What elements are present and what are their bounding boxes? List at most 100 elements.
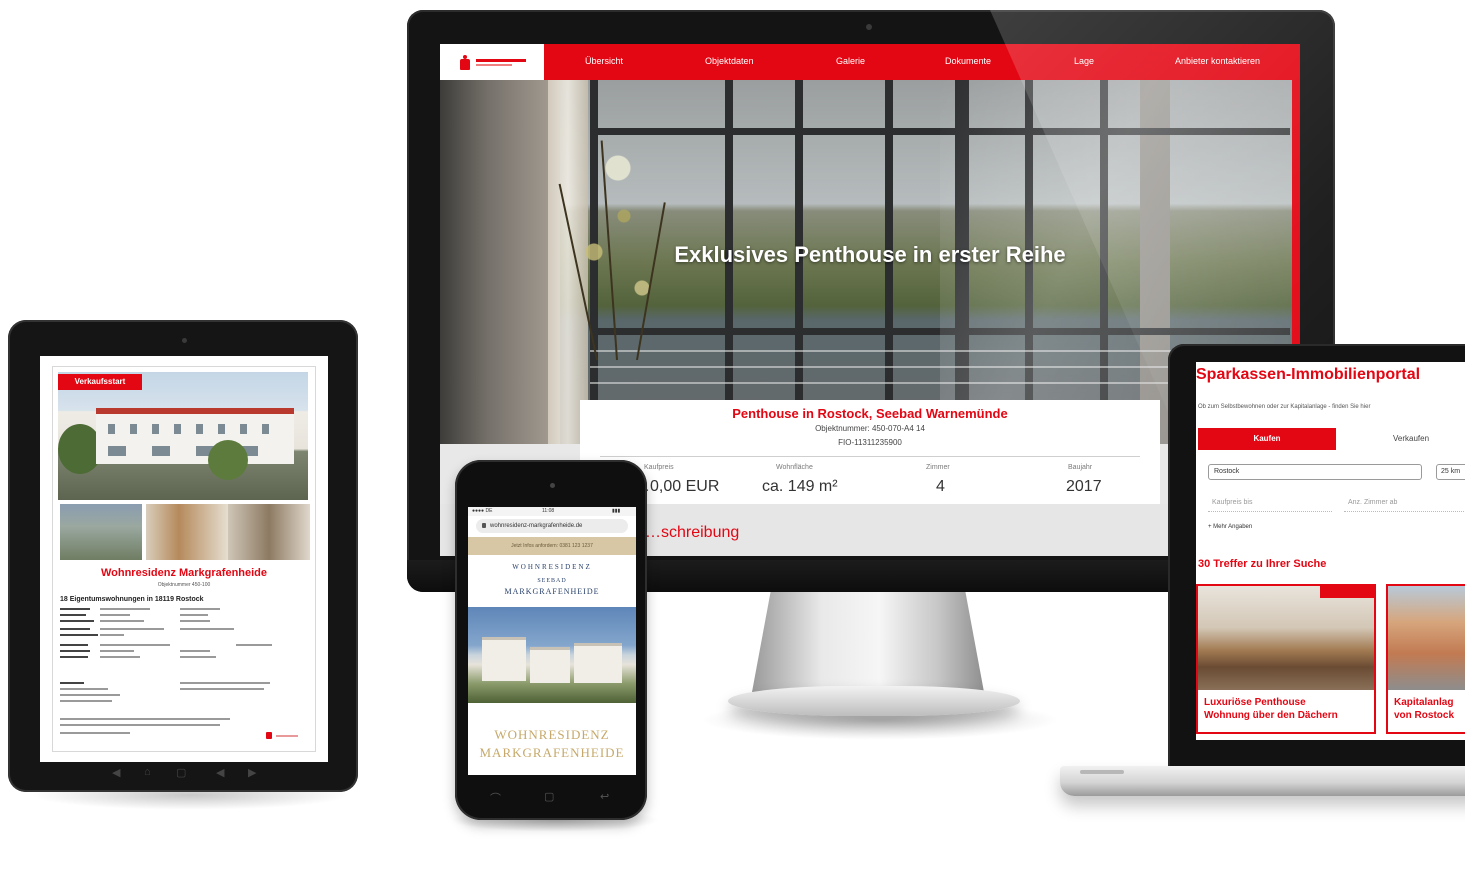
- brochure-heading: 18 Eigentumswohnungen in 18119 Rostock: [60, 596, 204, 603]
- listing-id: FIO-11311235900: [838, 438, 902, 447]
- volume-down-icon[interactable]: ◀: [216, 766, 224, 779]
- tablet-camera: [182, 338, 187, 343]
- radius-select[interactable]: 25 km: [1436, 464, 1465, 480]
- text-line: [100, 608, 150, 610]
- description-heading: …schreibung: [645, 524, 740, 541]
- signal-indicator: ●●●● DE: [472, 508, 493, 514]
- residence-title-line1: WOHNRESIDENZ: [494, 727, 610, 742]
- text-line: [100, 656, 140, 658]
- result-card-title-line1: Luxuriöse Penthouse: [1204, 697, 1306, 708]
- text-line: [60, 628, 90, 630]
- fact-value-rooms: 4: [936, 478, 945, 495]
- nav-item-galerie[interactable]: Galerie: [836, 56, 865, 66]
- listing-info-panel: Penthouse in Rostock, Seebad Warnemünde …: [580, 400, 1160, 504]
- nav-item-uebersicht[interactable]: Übersicht: [585, 56, 623, 66]
- tab-kaufen[interactable]: Kaufen: [1198, 428, 1336, 450]
- tree: [208, 440, 248, 480]
- device-mockup-scene: Übersicht Objektdaten Galerie Dokumente …: [0, 0, 1465, 890]
- result-card-image: [1198, 586, 1374, 690]
- fact-label-year: Baujahr: [1068, 464, 1093, 471]
- volume-up-icon[interactable]: ▶: [248, 766, 256, 779]
- text-line: [236, 644, 272, 646]
- text-line: [180, 682, 270, 684]
- battery-icon: ▮▮▮: [612, 508, 621, 514]
- text-line: [180, 628, 234, 630]
- contact-banner[interactable]: Jetzt Infos anfordern: 0381 123 1237: [468, 537, 636, 555]
- window: [130, 424, 137, 434]
- text-line: [180, 620, 210, 622]
- window: [196, 424, 203, 434]
- phone-back-icon[interactable]: ⌒: [490, 790, 501, 806]
- residence-logo-arc: WOHNRESIDENZ: [512, 563, 592, 571]
- fact-value-year: 2017: [1066, 478, 1102, 495]
- phone-home-icon[interactable]: ▢: [544, 790, 554, 803]
- window: [152, 424, 159, 434]
- tab-verkaufen[interactable]: Verkaufen: [1346, 428, 1465, 450]
- more-options-link[interactable]: + Mehr Angaben: [1208, 524, 1252, 530]
- text-line: [60, 614, 86, 616]
- address-bar[interactable]: wohnresidenz-markgrafenheide.de: [476, 519, 628, 533]
- phone-return-icon[interactable]: ↩: [600, 790, 609, 803]
- text-line: [60, 700, 112, 702]
- window: [108, 446, 126, 456]
- text-line: [60, 718, 230, 720]
- result-card[interactable]: Luxuriöse Penthouse Wohnung über den Däc…: [1196, 584, 1376, 734]
- text-line: [180, 688, 264, 690]
- phone-screen: ●●●● DE 11:08 ▮▮▮ wohnresidenz-markgrafe…: [468, 507, 636, 775]
- home-icon[interactable]: ⌂: [144, 766, 151, 778]
- nav-item-objektdaten[interactable]: Objektdaten: [705, 56, 754, 66]
- result-card[interactable]: Kapitalanlag von Rostock: [1386, 584, 1465, 734]
- laptop-notch: [1080, 770, 1124, 774]
- brochure-title: Wohnresidenz Markgrafenheide: [100, 567, 268, 579]
- status-bar: ●●●● DE 11:08 ▮▮▮: [468, 507, 636, 516]
- fact-label-rooms: Zimmer: [926, 464, 950, 471]
- nav-item-lage[interactable]: Lage: [1074, 56, 1094, 66]
- text-line: [100, 628, 164, 630]
- address-bar-url: wohnresidenz-markgrafenheide.de: [490, 523, 583, 529]
- window: [240, 424, 247, 434]
- residence-logo-small: SEEBAD: [537, 578, 567, 584]
- house: [482, 637, 526, 681]
- text-line: [60, 644, 88, 646]
- location-input[interactable]: Rostock: [1208, 464, 1422, 480]
- text-line: [60, 650, 90, 652]
- text-line: [100, 644, 170, 646]
- aerial-thumbnail: [60, 504, 142, 560]
- window: [262, 424, 269, 434]
- interior-thumbnail: [146, 504, 228, 560]
- text-line: [60, 620, 94, 622]
- portal-title: Sparkassen-Immobilienportal: [1196, 366, 1421, 383]
- tablet-screen: Verkaufsstart Wohnresidenz Markgrafenhei…: [40, 356, 328, 762]
- recent-apps-icon[interactable]: ▢: [176, 766, 186, 779]
- house: [530, 647, 570, 683]
- divider: [600, 456, 1140, 457]
- result-card-tag: [1320, 586, 1374, 598]
- fact-label-area: Wohnfläche: [776, 464, 813, 471]
- nav-item-dokumente[interactable]: Dokumente: [945, 56, 991, 66]
- residence-title-line2: MARKGRAFENHEIDE: [479, 745, 625, 760]
- nav-item-anbieter-kontaktieren[interactable]: Anbieter kontaktieren: [1175, 56, 1260, 66]
- text-line: [100, 634, 124, 636]
- lock-icon: [482, 523, 486, 528]
- text-line: [60, 694, 120, 696]
- flower-stem: [636, 202, 666, 361]
- logo-wordmark: [476, 59, 526, 66]
- site-logo[interactable]: [440, 44, 544, 80]
- text-line: [60, 682, 84, 684]
- text-line: [60, 656, 88, 658]
- flower-stem: [558, 183, 598, 361]
- price-field[interactable]: Kaufpreis bis: [1208, 496, 1332, 512]
- window: [152, 446, 170, 456]
- object-number: Objektnummer: 450-070-A4 14: [815, 424, 925, 433]
- window: [174, 424, 181, 434]
- text-line: [60, 724, 220, 726]
- back-icon[interactable]: ◀: [112, 766, 120, 779]
- fact-value-area: ca. 149 m²: [762, 478, 838, 495]
- rooms-field[interactable]: Anz. Zimmer ab: [1344, 496, 1465, 512]
- result-card-title-line2: von Rostock: [1394, 710, 1455, 721]
- hero-flowers: [558, 120, 678, 361]
- hero-title: Exklusives Penthouse in erster Reihe: [674, 242, 1066, 267]
- brochure-subtitle: Objektnummer 450-100: [157, 582, 211, 588]
- result-card-title-line2: Wohnung über den Dächern: [1204, 710, 1338, 721]
- text-line: [100, 614, 130, 616]
